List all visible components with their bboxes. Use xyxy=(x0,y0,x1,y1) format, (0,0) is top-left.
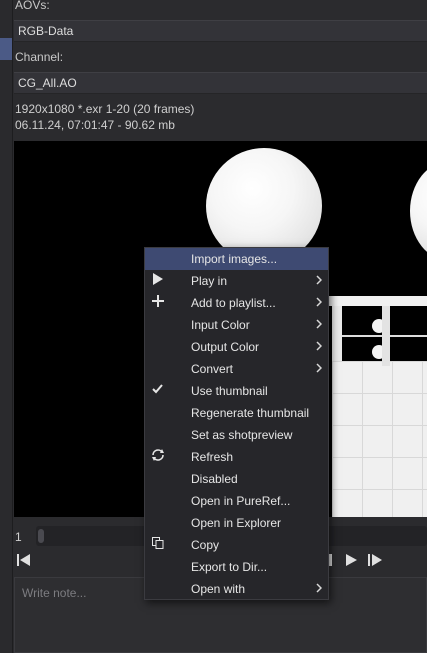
render-sphere-2 xyxy=(410,161,427,261)
railing-post-2 xyxy=(382,306,390,366)
menu-item-label: Play in xyxy=(191,274,228,288)
menu-item-label: Export to Dir... xyxy=(191,560,268,574)
menu-item-export-to-dir[interactable]: Export to Dir... xyxy=(145,556,328,578)
go-to-start-icon[interactable] xyxy=(16,552,32,573)
menu-item-label: Open in PureRef... xyxy=(191,494,291,508)
menu-item-open-in-explorer[interactable]: Open in Explorer xyxy=(145,512,328,534)
submenu-arrow-icon xyxy=(316,314,323,336)
step-forward-icon[interactable] xyxy=(366,552,384,573)
menu-item-copy[interactable]: Copy xyxy=(145,534,328,556)
plus-icon xyxy=(149,292,167,314)
menu-item-label: Disabled xyxy=(191,472,238,486)
menu-item-label: Set as shotpreview xyxy=(191,428,293,442)
play-icon[interactable] xyxy=(344,552,358,573)
railing-top xyxy=(324,296,427,306)
menu-item-set-as-shotpreview[interactable]: Set as shotpreview xyxy=(145,424,328,446)
channel-label: Channel: xyxy=(15,50,64,64)
menu-item-label: Convert xyxy=(191,362,234,376)
menu-item-import-images[interactable]: Import images... xyxy=(145,248,328,270)
menu-item-convert[interactable]: Convert xyxy=(145,358,328,380)
menu-item-label: Refresh xyxy=(191,450,234,464)
submenu-arrow-icon xyxy=(316,336,323,358)
menu-item-label: Open in Explorer xyxy=(191,516,282,530)
menu-item-refresh[interactable]: Refresh xyxy=(145,446,328,468)
menu-item-disabled[interactable]: Disabled xyxy=(145,468,328,490)
menu-item-output-color[interactable]: Output Color xyxy=(145,336,328,358)
aovs-dropdown[interactable]: RGB-Data xyxy=(14,20,427,42)
menu-item-open-in-pureref[interactable]: Open in PureRef... xyxy=(145,490,328,512)
aovs-label: AOVs: xyxy=(15,0,50,12)
file-info-line1: 1920x1080 *.exr 1-20 (20 frames) xyxy=(15,102,195,116)
menu-item-label: Open with xyxy=(191,582,246,596)
submenu-arrow-icon xyxy=(316,578,323,600)
menu-item-use-thumbnail[interactable]: Use thumbnail xyxy=(145,380,328,402)
menu-item-add-to-playlist[interactable]: Add to playlist... xyxy=(145,292,328,314)
menu-item-open-with[interactable]: Open with xyxy=(145,578,328,600)
menu-item-regenerate-thumbnail[interactable]: Regenerate thumbnail xyxy=(145,402,328,424)
menu-item-label: Regenerate thumbnail xyxy=(191,406,310,420)
menu-item-label: Import images... xyxy=(191,252,278,266)
menu-item-label: Input Color xyxy=(191,318,250,332)
menu-item-label: Output Color xyxy=(191,340,260,354)
play-icon xyxy=(149,270,167,292)
submenu-arrow-icon xyxy=(316,270,323,292)
file-info-line2: 06.11.24, 07:01:47 - 90.62 mb xyxy=(15,118,175,132)
menu-item-label: Copy xyxy=(191,538,220,552)
copy-icon xyxy=(149,534,167,556)
check-icon xyxy=(149,380,167,402)
menu-item-label: Use thumbnail xyxy=(191,384,268,398)
menu-item-label: Add to playlist... xyxy=(191,296,276,310)
current-frame: 1 xyxy=(15,530,22,544)
context-menu: Import images... Play in Add to playlist..… xyxy=(144,247,329,600)
left-panel-selection[interactable] xyxy=(0,38,12,60)
submenu-arrow-icon xyxy=(316,358,323,380)
channel-dropdown[interactable]: CG_All.AO xyxy=(14,72,427,94)
timeline-handle[interactable] xyxy=(38,529,44,543)
tiled-panel xyxy=(332,361,427,517)
submenu-arrow-icon xyxy=(316,292,323,314)
menu-item-play-in[interactable]: Play in xyxy=(145,270,328,292)
refresh-icon xyxy=(149,446,167,468)
menu-item-input-color[interactable]: Input Color xyxy=(145,314,328,336)
left-side-panel xyxy=(0,0,13,653)
